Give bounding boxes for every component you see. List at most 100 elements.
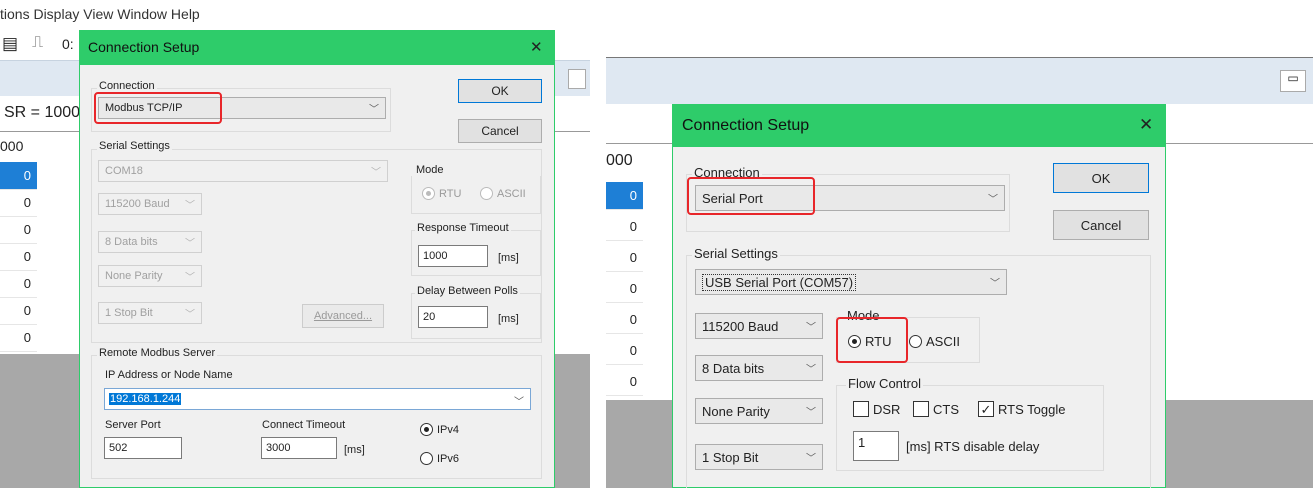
checkbox-icon <box>913 401 929 417</box>
radio-icon <box>420 452 433 465</box>
ipv6-radio[interactable]: IPv6 <box>420 452 459 465</box>
ascii-radio[interactable]: ASCII <box>480 187 526 200</box>
left-screenshot: tions Display View Window Help ▤ ⎍ 0: SR… <box>0 0 590 488</box>
flow-control-label: Flow Control <box>846 376 923 391</box>
port-select[interactable]: COM18 ﹀ <box>98 160 388 182</box>
ip-combo[interactable]: 192.168.1.244 ﹀ <box>104 388 531 410</box>
advanced-button[interactable]: Advanced... <box>302 304 384 328</box>
close-icon[interactable]: ✕ <box>1139 115 1153 135</box>
table-row[interactable]: 0 <box>606 368 643 396</box>
stop-bit-value: 1 Stop Bit <box>702 449 759 465</box>
top-area <box>606 0 1313 58</box>
tab-strip: ▭ <box>606 58 1313 104</box>
serial-settings-label: Serial Settings <box>692 246 780 261</box>
highlight-box <box>687 177 815 215</box>
radio-icon <box>420 423 433 436</box>
remote-server-label: Remote Modbus Server <box>97 347 218 359</box>
connection-label: Connection <box>97 80 157 92</box>
response-timeout-input[interactable]: 1000 <box>418 245 488 267</box>
menu-bar[interactable]: tions Display View Window Help <box>0 0 590 28</box>
baud-select[interactable]: 115200 Baud ﹀ <box>695 313 823 339</box>
chevron-down-icon: ﹀ <box>988 194 998 206</box>
table-row[interactable]: 0 <box>0 162 37 190</box>
response-timeout-label: Response Timeout <box>415 222 511 234</box>
table-row[interactable]: 0 <box>606 337 643 365</box>
baud-select[interactable]: 115200 Baud ﹀ <box>98 193 202 215</box>
data-bits-value: 8 Data bits <box>702 360 765 376</box>
mode-label: Mode <box>416 164 444 176</box>
parity-value: None Parity <box>105 270 163 282</box>
ok-button[interactable]: OK <box>458 79 542 103</box>
cancel-button[interactable]: Cancel <box>1053 210 1149 240</box>
connection-setup-dialog: Connection Setup ✕ Connection Serial Por… <box>672 104 1166 488</box>
parity-select[interactable]: None Parity ﹀ <box>695 398 823 424</box>
data-bits-select[interactable]: 8 Data bits ﹀ <box>98 231 202 253</box>
table-row[interactable]: 0 <box>606 275 643 303</box>
tab-button[interactable] <box>568 69 586 89</box>
connect-timeout-label: Connect Timeout <box>262 419 346 431</box>
checkmark-icon: ✓ <box>978 401 994 417</box>
server-port-input[interactable]: 502 <box>104 437 182 459</box>
chevron-down-icon: ﹀ <box>185 238 195 250</box>
table-row[interactable]: 0 <box>0 324 37 352</box>
table-row[interactable]: 0 <box>606 244 643 272</box>
stop-bit-value: 1 Stop Bit <box>105 307 153 319</box>
rts-toggle-checkbox[interactable]: ✓ RTS Toggle <box>978 401 1065 417</box>
chevron-down-icon: ﹀ <box>806 453 816 465</box>
port-value: COM18 <box>105 165 143 177</box>
rtu-radio[interactable]: RTU <box>422 187 461 200</box>
serial-settings-label: Serial Settings <box>97 140 172 152</box>
register-table: 000 0000000 <box>606 144 646 400</box>
table-header: 000 <box>0 138 24 154</box>
rts-delay-input[interactable]: 1 <box>853 431 899 461</box>
sr-label: SR = 1000 <box>4 104 81 121</box>
checkbox-icon <box>853 401 869 417</box>
chevron-down-icon: ﹀ <box>185 272 195 284</box>
table-row[interactable]: 0 <box>0 270 37 298</box>
table-row[interactable]: 0 <box>0 297 37 325</box>
dialog-title-bar: Connection Setup ✕ <box>80 31 554 65</box>
chevron-down-icon: ﹀ <box>185 309 195 321</box>
table-row[interactable]: 0 <box>0 243 37 271</box>
connection-setup-dialog: Connection Setup ✕ Connection Modbus TCP… <box>79 30 555 488</box>
connect-ms-label: [ms] <box>344 444 365 456</box>
dsr-checkbox[interactable]: DSR <box>853 401 900 417</box>
dialog-title: Connection Setup <box>682 117 810 134</box>
parity-value: None Parity <box>702 403 770 419</box>
data-bits-select[interactable]: 8 Data bits ﹀ <box>695 355 823 381</box>
chevron-down-icon: ﹀ <box>514 397 524 408</box>
pulse-icon[interactable]: ⎍ <box>32 34 43 52</box>
delay-input[interactable]: 20 <box>418 306 488 328</box>
rts-delay-label: [ms] RTS disable delay <box>906 439 1040 454</box>
port-select[interactable]: USB Serial Port (COM57) ﹀ <box>695 269 1007 295</box>
response-ms-label: [ms] <box>498 252 519 264</box>
cts-checkbox[interactable]: CTS <box>913 401 959 417</box>
ascii-label: ASCII <box>926 334 960 349</box>
rts-toggle-label: RTS Toggle <box>998 401 1066 417</box>
chevron-down-icon: ﹀ <box>369 104 379 116</box>
parity-select[interactable]: None Parity ﹀ <box>98 265 202 287</box>
stop-bit-select[interactable]: 1 Stop Bit ﹀ <box>98 302 202 324</box>
close-icon[interactable]: ✕ <box>530 38 543 56</box>
table-row[interactable]: 0 <box>606 213 643 241</box>
table-row[interactable]: 0 <box>0 189 37 217</box>
ipv4-radio[interactable]: IPv4 <box>420 423 459 436</box>
save-icon[interactable]: ▤ <box>2 34 18 54</box>
baud-value: 115200 Baud <box>702 318 779 334</box>
chevron-down-icon: ﹀ <box>806 364 816 376</box>
connect-timeout-input[interactable]: 3000 <box>261 437 337 459</box>
ip-label: IP Address or Node Name <box>105 369 233 381</box>
chevron-down-icon: ﹀ <box>806 407 816 419</box>
table-row[interactable]: 0 <box>606 182 643 210</box>
minimize-icon[interactable]: ▭ <box>1280 70 1306 92</box>
table-row[interactable]: 0 <box>0 216 37 244</box>
right-screenshot: ▭ 000 0000000 Connection Setup ✕ Connect… <box>606 0 1313 488</box>
server-port-label: Server Port <box>105 419 161 431</box>
cancel-button[interactable]: Cancel <box>458 119 542 143</box>
table-row[interactable]: 0 <box>606 306 643 334</box>
stop-bit-select[interactable]: 1 Stop Bit ﹀ <box>695 444 823 470</box>
ipv4-label: IPv4 <box>437 423 460 436</box>
delay-ms-label: [ms] <box>498 313 519 325</box>
ok-button[interactable]: OK <box>1053 163 1149 193</box>
ascii-radio[interactable]: ASCII <box>909 334 960 349</box>
